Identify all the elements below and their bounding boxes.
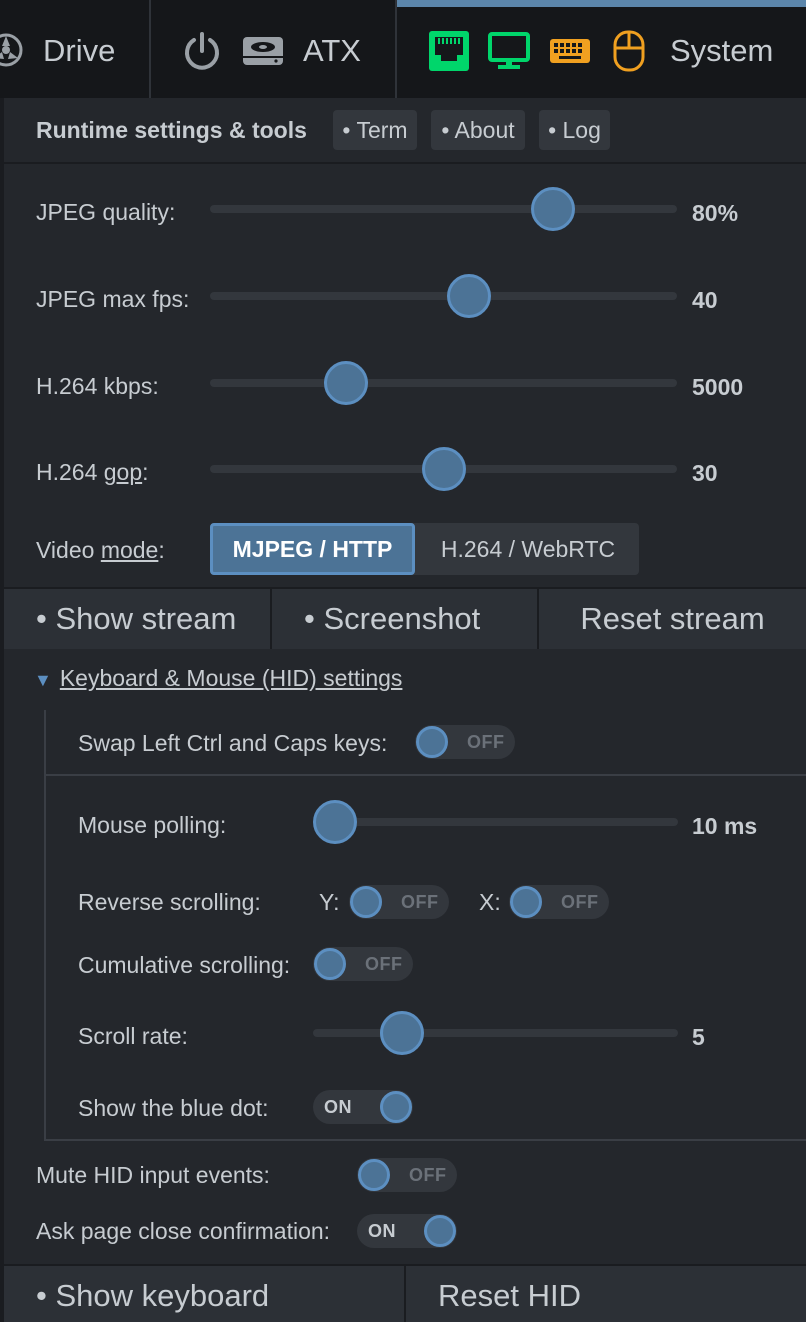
switch-knob — [380, 1091, 412, 1123]
mute-hid-events-label: Mute HID input events: — [36, 1162, 270, 1188]
hid-settings-label: Keyboard & Mouse (HID) settings — [59, 665, 403, 691]
reverse-scrolling-x-switch[interactable]: OFF — [509, 885, 609, 919]
hid-settings-toggle[interactable]: ▼ Keyboard & Mouse (HID) settings — [34, 665, 402, 692]
jpeg-quality-slider[interactable] — [210, 187, 677, 231]
panel-header: Runtime settings & tools • Term • About … — [4, 98, 806, 164]
slider-track — [313, 1029, 678, 1037]
hard-drive-icon — [243, 37, 283, 65]
screenshot-button[interactable]: • Screenshot — [272, 589, 537, 649]
top-navbar: Drive ATX System — [0, 0, 806, 98]
page-close-confirmation-switch[interactable]: ON — [357, 1214, 457, 1248]
mouse-polling-slider[interactable] — [313, 800, 678, 844]
label-text: : — [158, 537, 165, 563]
h264-kbps-value: 5000 — [692, 374, 744, 400]
disc-icon — [0, 33, 23, 67]
switch-knob — [358, 1159, 390, 1191]
swap-ctrl-caps-label: Swap Left Ctrl and Caps keys: — [78, 730, 388, 756]
reverse-scrolling-x-label: X: — [479, 889, 501, 915]
slider-track — [210, 205, 677, 213]
triangle-down-icon: ▼ — [34, 670, 52, 690]
switch-state: OFF — [467, 732, 505, 752]
mute-hid-events-switch[interactable]: OFF — [357, 1158, 457, 1192]
video-mode-mjpeg[interactable]: MJPEG / HTTP — [210, 523, 415, 575]
blue-dot-label: Show the blue dot: — [78, 1095, 269, 1121]
slider-track — [313, 818, 678, 826]
switch-knob — [416, 726, 448, 758]
video-mode-selector: MJPEG / HTTP H.264 / WebRTC — [210, 523, 639, 575]
nav-atx-label: ATX — [303, 33, 361, 68]
scroll-rate-slider[interactable] — [313, 1011, 678, 1055]
nav-system-label: System — [670, 33, 774, 68]
switch-state: OFF — [365, 954, 403, 974]
panel-title: Runtime settings & tools — [36, 117, 307, 143]
video-mode-h264[interactable]: H.264 / WebRTC — [417, 523, 639, 575]
h264-gop-value: 30 — [692, 460, 718, 486]
term-button[interactable]: • Term — [333, 110, 417, 150]
mouse-icon — [613, 30, 645, 72]
label-text: H.264 — [36, 459, 104, 485]
switch-state: OFF — [401, 892, 439, 912]
slider-track — [210, 379, 677, 387]
slider-thumb[interactable] — [446, 274, 491, 318]
switch-state: ON — [368, 1221, 396, 1241]
slider-thumb[interactable] — [380, 1011, 425, 1055]
nav-system[interactable]: System — [397, 0, 806, 98]
keyboard-icon — [550, 39, 590, 63]
page-close-confirmation-label: Ask page close confirmation: — [36, 1218, 331, 1244]
video-mode-label: Video mode: — [36, 537, 165, 564]
show-keyboard-button[interactable]: • Show keyboard — [4, 1266, 404, 1322]
h264-kbps-label: H.264 kbps: — [36, 373, 159, 399]
scroll-rate-value: 5 — [692, 1024, 705, 1050]
label-hint: mode — [100, 537, 159, 563]
reset-hid-button[interactable]: Reset HID — [406, 1266, 806, 1322]
slider-track — [210, 292, 677, 300]
switch-state: OFF — [561, 892, 599, 912]
slider-thumb[interactable] — [324, 361, 369, 405]
reverse-scrolling-label: Reverse scrolling: — [78, 889, 261, 915]
power-icon — [185, 32, 219, 70]
stream-buttons: • Show stream • Screenshot Reset stream — [4, 587, 806, 649]
monitor-icon — [488, 32, 530, 69]
system-menu-panel: Runtime settings & tools • Term • About … — [4, 98, 806, 1322]
show-stream-button[interactable]: • Show stream — [4, 589, 270, 649]
label-hint: gop — [103, 459, 143, 485]
scroll-rate-label: Scroll rate: — [78, 1023, 188, 1049]
about-button[interactable]: • About — [431, 110, 525, 150]
label-text: : — [142, 459, 149, 485]
switch-knob — [424, 1215, 456, 1247]
switch-knob — [314, 948, 346, 980]
switch-knob — [510, 886, 542, 918]
nav-atx[interactable]: ATX — [151, 0, 396, 98]
reverse-scrolling-y-switch[interactable]: OFF — [349, 885, 449, 919]
hid-buttons: • Show keyboard Reset HID — [4, 1264, 806, 1322]
reverse-scrolling-y-label: Y: — [319, 889, 340, 915]
jpeg-fps-label: JPEG max fps: — [36, 286, 190, 312]
mouse-polling-label: Mouse polling: — [78, 812, 227, 838]
switch-knob — [350, 886, 382, 918]
network-port-icon — [429, 31, 469, 71]
slider-thumb[interactable] — [421, 447, 466, 491]
log-button[interactable]: • Log — [539, 110, 610, 150]
jpeg-fps-value: 40 — [692, 287, 718, 313]
cumulative-scrolling-switch[interactable]: OFF — [313, 947, 413, 981]
label-text: Video — [36, 537, 101, 563]
swap-ctrl-caps-switch[interactable]: OFF — [415, 725, 515, 759]
cumulative-scrolling-label: Cumulative scrolling: — [78, 952, 291, 978]
slider-thumb[interactable] — [531, 187, 576, 231]
switch-state: ON — [324, 1097, 352, 1117]
jpeg-quality-label: JPEG quality: — [36, 199, 176, 225]
nav-drive-label: Drive — [43, 33, 116, 68]
jpeg-fps-slider[interactable] — [210, 274, 677, 318]
mouse-polling-value: 10 ms — [692, 813, 758, 839]
slider-thumb[interactable] — [313, 800, 357, 844]
switch-state: OFF — [409, 1165, 447, 1185]
h264-kbps-slider[interactable] — [210, 361, 677, 405]
h264-gop-slider[interactable] — [210, 447, 677, 491]
jpeg-quality-value: 80% — [692, 200, 739, 226]
reset-stream-button[interactable]: Reset stream — [539, 589, 806, 649]
blue-dot-switch[interactable]: ON — [313, 1090, 413, 1124]
hid-settings-divider — [44, 774, 806, 776]
h264-gop-label: H.264 gop: — [36, 459, 149, 486]
nav-drive[interactable]: Drive — [0, 0, 150, 98]
